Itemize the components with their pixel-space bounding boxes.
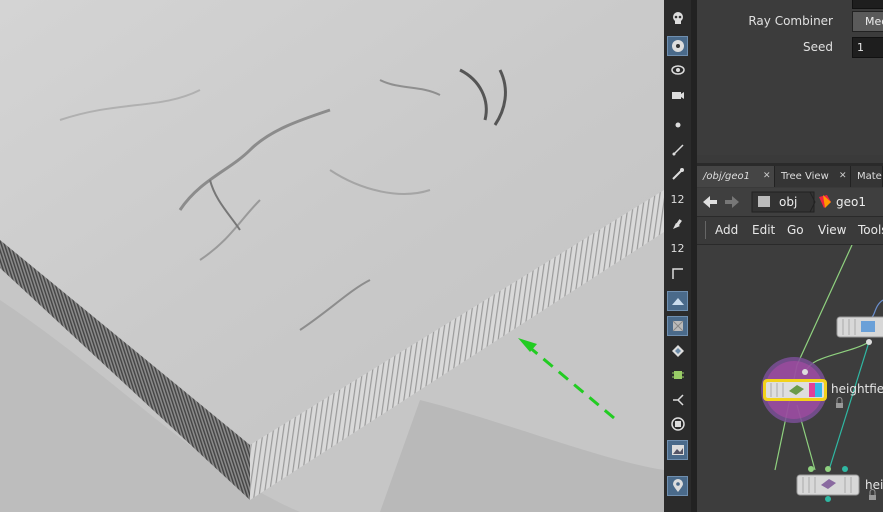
menu-grip [705,221,706,239]
terrain-render [0,0,664,512]
corner-icon[interactable] [667,264,688,284]
menu-edit[interactable]: Edit [752,223,775,237]
node-heightfield-selected[interactable] [761,357,827,423]
pin-icon[interactable] [667,164,688,184]
shaded-icon[interactable] [667,291,688,311]
location-icon[interactable] [667,476,688,496]
snap-12-icon[interactable]: 12 [667,189,688,209]
viewport-toolbar: 12 12 [664,0,692,512]
tab-obj-geo1[interactable]: /obj/geo1 ✕ [697,166,775,187]
lock-icon [836,397,843,408]
network-menu-bar: Add Edit Go View Tools [697,217,883,245]
menu-tools[interactable]: Tools [858,223,883,237]
ray-combiner-label: Ray Combiner [748,14,833,28]
close-icon[interactable]: ✕ [839,166,847,187]
skull-icon[interactable] [667,8,688,28]
tab-label: Mater [857,171,882,182]
snap-12b-icon[interactable]: 12 [667,238,688,258]
pane-tabs: /obj/geo1 ✕ Tree View ✕ Mater [697,163,883,187]
tab-label: /obj/geo1 [703,171,750,182]
bug-icon[interactable] [667,365,688,385]
viewport-3d[interactable] [0,0,664,512]
node-heightfield-bottom[interactable] [796,466,860,502]
brush-icon[interactable] [667,214,688,234]
diamond-icon[interactable] [667,341,688,361]
view-icon[interactable] [667,60,688,80]
menu-view[interactable]: View [818,223,846,237]
path-obj[interactable]: obj [779,195,797,209]
record-icon[interactable] [667,414,688,434]
menu-go[interactable]: Go [787,223,804,237]
tab-material[interactable]: Mater [851,166,883,187]
texture-icon[interactable] [667,316,688,336]
node-top-right[interactable] [836,316,883,345]
camera-icon[interactable] [667,85,688,105]
menu-add[interactable]: Add [715,223,738,237]
branch-icon[interactable] [667,390,688,410]
edge-icon[interactable] [667,140,688,160]
wire [828,341,870,471]
tab-tree-view[interactable]: Tree View ✕ [775,166,851,187]
point-icon[interactable] [667,115,688,135]
node-label-bottom: hei [865,478,883,492]
parameter-panel: Ray Combiner Med Seed 1 [697,0,883,155]
ray-combiner-menu[interactable]: Med [852,11,883,32]
close-icon[interactable]: ✕ [763,166,771,187]
back-arrow-icon [703,196,717,208]
forward-arrow-icon [725,196,739,208]
path-geo1[interactable]: geo1 [836,195,866,209]
wire [871,299,883,318]
image-icon[interactable] [667,440,688,460]
tab-label: Tree View [781,171,829,182]
path-bar: obj geo1 [697,188,883,217]
seed-field[interactable]: 1 [852,37,883,58]
select-icon[interactable] [667,36,688,56]
network-editor[interactable]: heightfie hei [697,245,883,512]
seed-label: Seed [803,40,833,54]
param-field-top[interactable] [852,0,883,9]
node-label-heightfield: heightfie [831,382,883,396]
obj-icon [758,196,770,207]
wire [774,245,853,471]
node-graph [761,245,883,502]
